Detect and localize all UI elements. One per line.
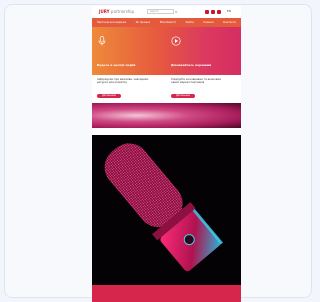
logo-main: JURY [99,9,110,14]
left-pane-text: Інформуємо про важливе, знаходимо ресурс… [97,78,149,84]
right-pane-button[interactable]: Детальніше [171,94,195,98]
language-switch[interactable]: EN [227,9,231,13]
nav-item-network[interactable]: Партнерська мережа [97,21,126,24]
top-bar: JURY partnership Search Q EN [92,6,241,18]
website-preview[interactable]: JURY partnership Search Q EN Партнерська… [92,6,241,302]
left-pane-title: Будьте в центрі подій [97,63,136,67]
nav-item-contacts[interactable]: Контакти [223,21,236,24]
nav-item-how[interactable]: Як працює [136,21,151,24]
nav-item-opportunities[interactable]: Можливості [160,21,176,24]
facebook-icon[interactable] [205,10,209,14]
play-circle-icon [171,36,181,46]
nav-item-news[interactable]: Новини [203,21,213,24]
right-pane-text: Слідкуйте за новинами та анонсами нашої … [171,78,221,84]
youtube-icon[interactable] [217,10,221,14]
microphone-image [104,143,224,272]
right-pane-title: Дізнавайтесь першими [171,63,212,67]
decorative-banner [92,103,241,128]
nav-item-cases[interactable]: Кейси [186,21,194,24]
logo[interactable]: JURY partnership [99,9,134,14]
microphone-icon [98,36,106,46]
search-icon[interactable]: Q [175,10,177,14]
logo-sub: partnership [110,9,135,14]
microphone-photo [92,135,241,285]
left-pane-button[interactable]: Детальніше [97,94,121,98]
main-nav: Партнерська мережа Як працює Можливості … [92,18,241,27]
social-links [205,10,221,14]
instagram-icon[interactable] [211,10,215,14]
search-input[interactable]: Search [147,9,174,14]
footer-bar [92,285,241,302]
hero-banner: Будьте в центрі подій Дізнавайтесь перши… [92,27,241,75]
